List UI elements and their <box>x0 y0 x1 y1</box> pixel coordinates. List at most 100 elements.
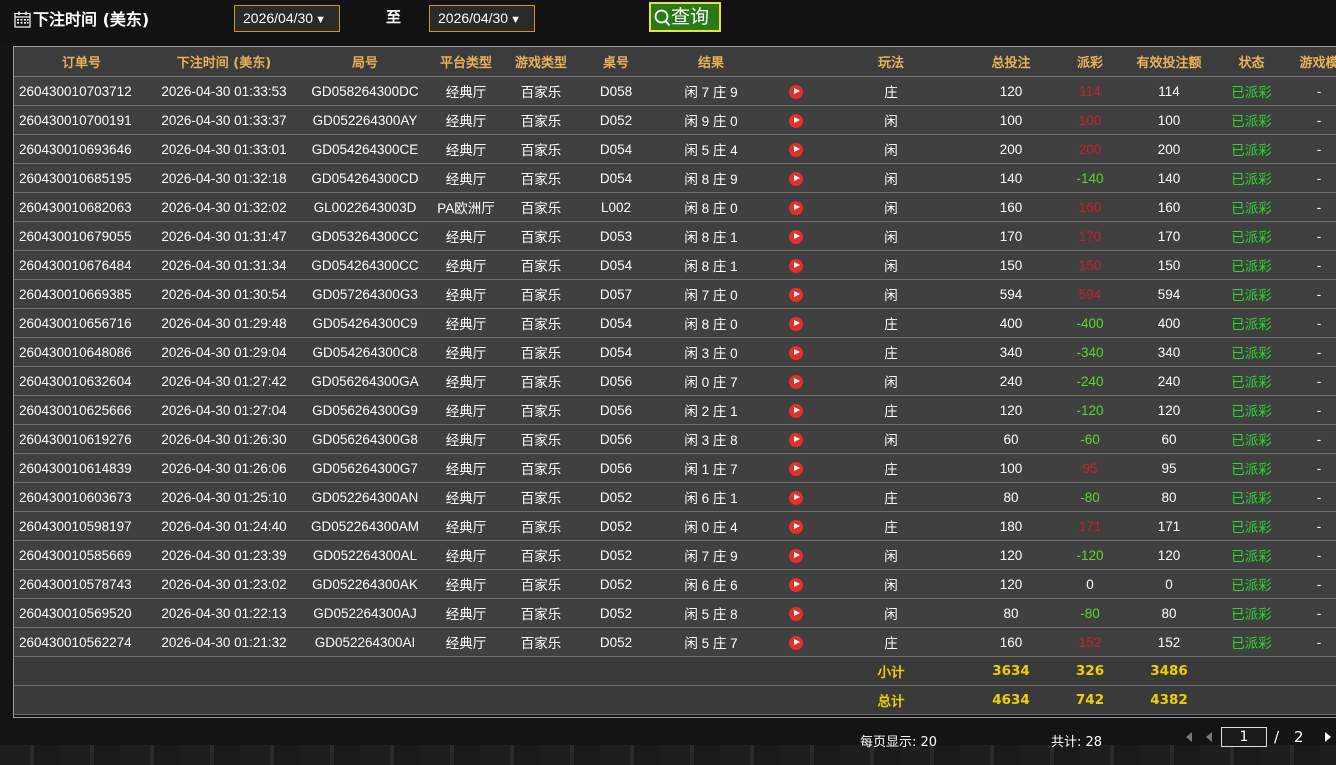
cell-video[interactable] <box>771 424 821 454</box>
play-video-icon[interactable] <box>789 171 803 186</box>
cell-bet-time: 2026-04-30 01:27:42 <box>149 366 299 396</box>
page-number-input[interactable]: 1 <box>1221 727 1267 747</box>
total-label: 总计 <box>821 685 961 715</box>
play-video-icon[interactable] <box>789 200 803 215</box>
table-row: 260430010693646 2026-04-30 01:33:01 GD0542… <box>14 134 1336 164</box>
play-video-icon[interactable] <box>789 635 803 650</box>
cell-table-no: D056 <box>581 366 651 396</box>
cell-game-type: 百家乐 <box>501 366 581 396</box>
cell-video[interactable] <box>771 540 821 570</box>
cell-video[interactable] <box>771 337 821 367</box>
cell-video[interactable] <box>771 598 821 628</box>
cell-round-no: GD057264300G3 <box>299 279 431 309</box>
table-row: 260430010676484 2026-04-30 01:31:34 GD0542… <box>14 250 1336 280</box>
cell-result: 闲 5 庄 8 <box>651 598 771 628</box>
cell-video[interactable] <box>771 627 821 657</box>
play-video-icon[interactable] <box>789 606 803 621</box>
cell-bet-time: 2026-04-30 01:30:54 <box>149 279 299 309</box>
cell-video[interactable] <box>771 163 821 193</box>
play-video-icon[interactable] <box>789 577 803 592</box>
cell-result: 闲 1 庄 7 <box>651 453 771 483</box>
cell-video[interactable] <box>771 308 821 338</box>
table-row: 260430010648086 2026-04-30 01:29:04 GD0542… <box>14 337 1336 367</box>
total-pages: 2 <box>1294 728 1304 746</box>
play-video-icon[interactable] <box>789 84 803 99</box>
cell-bet-time: 2026-04-30 01:25:10 <box>149 482 299 512</box>
cell-video[interactable] <box>771 279 821 309</box>
column-header-game-type: 游戏类型 <box>501 47 581 77</box>
cell-game-type: 百家乐 <box>501 337 581 367</box>
cell-game-mode: - <box>1284 279 1336 309</box>
cell-game-type: 百家乐 <box>501 134 581 164</box>
cell-platform: 经典厅 <box>431 540 501 570</box>
cell-bet-time: 2026-04-30 01:27:04 <box>149 395 299 425</box>
cell-play-type: 闲 <box>821 163 961 193</box>
column-header-result: 结果 <box>651 47 771 77</box>
prev-page-icon[interactable] <box>1206 732 1212 742</box>
play-video-icon[interactable] <box>789 490 803 505</box>
cell-video[interactable] <box>771 395 821 425</box>
cell-order-no: 260430010656716 <box>14 308 149 338</box>
per-page-label: 每页显示: 20 <box>860 735 938 750</box>
cell-round-no: GD052264300AJ <box>299 598 431 628</box>
end-date-select[interactable]: 2026/04/30 ▼ <box>429 5 535 32</box>
cell-round-no: GD052264300AI <box>299 627 431 657</box>
cell-video[interactable] <box>771 221 821 251</box>
cell-play-type: 闲 <box>821 366 961 396</box>
cell-video[interactable] <box>771 511 821 541</box>
cell-platform: 经典厅 <box>431 569 501 599</box>
next-page-icon[interactable] <box>1325 732 1331 742</box>
cell-video[interactable] <box>771 76 821 106</box>
cell-table-no: D054 <box>581 308 651 338</box>
play-video-icon[interactable] <box>789 229 803 244</box>
play-video-icon[interactable] <box>789 287 803 302</box>
cell-total-bet: 160 <box>961 192 1061 222</box>
play-video-icon[interactable] <box>789 432 803 447</box>
play-video-icon[interactable] <box>789 142 803 157</box>
cell-order-no: 260430010598197 <box>14 511 149 541</box>
cell-video[interactable] <box>771 366 821 396</box>
bet-records-table: 订单号 下注时间 (美东) 局号 平台类型 游戏类型 桌号 结果 玩法 总投注 … <box>13 46 1336 718</box>
play-video-icon[interactable] <box>789 548 803 563</box>
cell-bet-time: 2026-04-30 01:26:30 <box>149 424 299 454</box>
play-video-icon[interactable] <box>789 316 803 331</box>
cell-play-type: 庄 <box>821 453 961 483</box>
cell-video[interactable] <box>771 453 821 483</box>
play-video-icon[interactable] <box>789 345 803 360</box>
cell-total-bet: 80 <box>961 482 1061 512</box>
cell-video[interactable] <box>771 482 821 512</box>
table-row: 260430010656716 2026-04-30 01:29:48 GD0542… <box>14 308 1336 338</box>
cell-status: 已派彩 <box>1219 395 1284 425</box>
cell-result: 闲 8 庄 9 <box>651 163 771 193</box>
cell-video[interactable] <box>771 250 821 280</box>
first-page-icon[interactable] <box>1186 732 1192 742</box>
column-header-table-no: 桌号 <box>581 47 651 77</box>
play-video-icon[interactable] <box>789 403 803 418</box>
cell-result: 闲 0 庄 7 <box>651 366 771 396</box>
cell-video[interactable] <box>771 192 821 222</box>
play-video-icon[interactable] <box>789 461 803 476</box>
cell-play-type: 闲 <box>821 134 961 164</box>
cell-valid-bet: 95 <box>1119 453 1219 483</box>
cell-valid-bet: 171 <box>1119 511 1219 541</box>
cell-table-no: D058 <box>581 76 651 106</box>
play-video-icon[interactable] <box>789 374 803 389</box>
start-date-select[interactable]: 2026/04/30 ▼ <box>234 5 340 32</box>
cell-video[interactable] <box>771 105 821 135</box>
cell-video[interactable] <box>771 569 821 599</box>
cell-total-bet: 594 <box>961 279 1061 309</box>
play-video-icon[interactable] <box>789 519 803 534</box>
cell-payout: -60 <box>1061 424 1119 454</box>
cell-video[interactable] <box>771 134 821 164</box>
query-button[interactable]: 查询 <box>649 2 721 32</box>
cell-order-no: 260430010625666 <box>14 395 149 425</box>
column-header-video <box>771 47 821 77</box>
play-video-icon[interactable] <box>789 113 803 128</box>
subtotal-valid-bet: 3486 <box>1119 656 1219 686</box>
cell-status: 已派彩 <box>1219 221 1284 251</box>
cell-game-type: 百家乐 <box>501 627 581 657</box>
cell-platform: 经典厅 <box>431 627 501 657</box>
table-row: 260430010669385 2026-04-30 01:30:54 GD0572… <box>14 279 1336 309</box>
play-video-icon[interactable] <box>789 258 803 273</box>
cell-result: 闲 9 庄 0 <box>651 105 771 135</box>
